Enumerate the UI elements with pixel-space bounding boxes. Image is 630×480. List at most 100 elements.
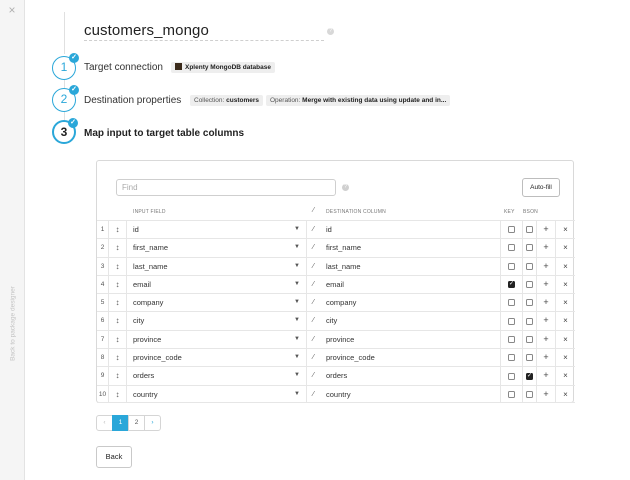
destination-column-input[interactable]: email bbox=[320, 275, 501, 294]
remove-row-button[interactable]: × bbox=[556, 349, 575, 366]
prev-page-button[interactable]: ‹ bbox=[96, 415, 113, 431]
key-checkbox[interactable] bbox=[508, 317, 515, 325]
remove-row-button[interactable]: × bbox=[556, 367, 575, 384]
bson-checkbox[interactable] bbox=[526, 262, 533, 270]
operation-tag[interactable]: Operation: Merge with existing data usin… bbox=[266, 95, 451, 106]
wand-icon[interactable]: ⁄ bbox=[307, 294, 320, 311]
drag-handle-icon[interactable]: ↕ bbox=[109, 294, 127, 312]
input-field-select[interactable]: province ▼ bbox=[127, 330, 307, 349]
destination-column-input[interactable]: province_code bbox=[320, 349, 501, 367]
wand-icon[interactable]: ⁄ bbox=[307, 331, 320, 348]
bson-checkbox[interactable] bbox=[526, 335, 533, 343]
input-field-select[interactable]: last_name ▼ bbox=[127, 257, 307, 275]
key-checkbox[interactable] bbox=[508, 390, 515, 398]
find-help-icon[interactable]: ? bbox=[342, 184, 349, 191]
key-checkbox[interactable] bbox=[508, 244, 515, 252]
wand-icon[interactable]: ⁄ bbox=[307, 312, 320, 329]
add-row-button[interactable]: + bbox=[537, 275, 556, 294]
next-page-button[interactable]: › bbox=[144, 415, 161, 431]
bson-checkbox[interactable] bbox=[526, 354, 533, 362]
destination-column-input[interactable]: orders bbox=[320, 367, 501, 385]
destination-column-input[interactable]: company bbox=[320, 294, 501, 312]
drag-handle-icon[interactable]: ↕ bbox=[109, 257, 127, 275]
wand-icon[interactable]: ⁄ bbox=[307, 258, 320, 275]
drag-handle-icon[interactable]: ↕ bbox=[109, 239, 127, 257]
drag-handle-icon[interactable]: ↕ bbox=[109, 367, 127, 385]
step-3-label[interactable]: Map input to target table columns bbox=[84, 128, 244, 139]
help-icon[interactable]: ? bbox=[327, 28, 334, 35]
remove-row-button[interactable]: × bbox=[556, 331, 575, 348]
remove-row-button[interactable]: × bbox=[556, 276, 575, 293]
key-checkbox[interactable] bbox=[508, 372, 515, 380]
find-input[interactable]: Find bbox=[116, 179, 336, 196]
auto-fill-button[interactable]: Auto-fill bbox=[522, 178, 560, 197]
key-checkbox[interactable] bbox=[508, 335, 515, 343]
page-2-button[interactable]: 2 bbox=[128, 415, 145, 431]
connection-tag[interactable]: Xplenty MongoDB database bbox=[171, 62, 275, 73]
add-row-button[interactable]: + bbox=[537, 385, 556, 403]
wand-icon[interactable]: ⁄ bbox=[307, 239, 320, 256]
bson-checkbox[interactable] bbox=[526, 244, 533, 252]
step-3-circle[interactable]: 3 ✓ bbox=[52, 118, 78, 144]
back-button[interactable]: Back bbox=[96, 446, 132, 468]
remove-row-button[interactable]: × bbox=[556, 239, 575, 256]
key-checkbox[interactable] bbox=[508, 262, 515, 270]
remove-row-button[interactable]: × bbox=[556, 386, 575, 403]
add-row-button[interactable]: + bbox=[537, 349, 556, 367]
bson-checkbox[interactable] bbox=[526, 370, 533, 382]
destination-column-input[interactable]: last_name bbox=[320, 257, 501, 275]
close-icon[interactable]: × bbox=[6, 4, 18, 16]
remove-row-button[interactable]: × bbox=[556, 221, 575, 238]
drag-handle-icon[interactable]: ↕ bbox=[109, 330, 127, 349]
key-checkbox[interactable] bbox=[508, 226, 515, 234]
page-1-button[interactable]: 1 bbox=[112, 415, 129, 431]
collection-tag[interactable]: Collection: customers bbox=[190, 95, 264, 106]
wand-icon[interactable]: ⁄ bbox=[307, 349, 320, 366]
add-row-button[interactable]: + bbox=[537, 257, 556, 275]
wand-icon[interactable]: ⁄ bbox=[307, 367, 320, 384]
key-checkbox[interactable] bbox=[508, 299, 515, 307]
drag-handle-icon[interactable]: ↕ bbox=[109, 385, 127, 403]
input-field-select[interactable]: email ▼ bbox=[127, 275, 307, 294]
input-field-select[interactable]: province_code ▼ bbox=[127, 349, 307, 367]
bson-checkbox[interactable] bbox=[526, 226, 533, 234]
input-field-select[interactable]: country ▼ bbox=[127, 385, 307, 403]
back-to-package-designer-link[interactable]: Back to package designer bbox=[10, 275, 17, 373]
destination-column-input[interactable]: province bbox=[320, 330, 501, 349]
key-checkbox[interactable] bbox=[508, 354, 515, 362]
wand-icon[interactable]: ⁄ bbox=[307, 221, 320, 238]
wand-icon[interactable]: ⁄ bbox=[307, 386, 320, 403]
add-row-button[interactable]: + bbox=[537, 239, 556, 257]
step-2-label[interactable]: Destination properties bbox=[84, 95, 181, 106]
destination-column-input[interactable]: first_name bbox=[320, 239, 501, 257]
input-field-select[interactable]: first_name ▼ bbox=[127, 239, 307, 257]
add-row-button[interactable]: + bbox=[537, 330, 556, 349]
drag-handle-icon[interactable]: ↕ bbox=[109, 312, 127, 330]
bson-checkbox[interactable] bbox=[526, 299, 533, 307]
destination-column-input[interactable]: city bbox=[320, 312, 501, 330]
input-field-select[interactable]: city ▼ bbox=[127, 312, 307, 330]
wand-icon[interactable]: ⁄ bbox=[307, 276, 320, 293]
input-field-select[interactable]: id ▼ bbox=[127, 221, 307, 239]
bson-checkbox[interactable] bbox=[526, 390, 533, 398]
page-title[interactable]: customers_mongo bbox=[84, 22, 209, 39]
key-checkbox[interactable] bbox=[508, 278, 515, 290]
input-field-select[interactable]: company ▼ bbox=[127, 294, 307, 312]
remove-row-button[interactable]: × bbox=[556, 294, 575, 311]
bson-checkbox[interactable] bbox=[526, 281, 533, 289]
step-2-circle[interactable]: 2 ✓ bbox=[52, 85, 79, 112]
remove-row-button[interactable]: × bbox=[556, 258, 575, 275]
add-row-button[interactable]: + bbox=[537, 294, 556, 312]
step-1-circle[interactable]: 1 ✓ bbox=[52, 53, 79, 80]
remove-row-button[interactable]: × bbox=[556, 312, 575, 329]
drag-handle-icon[interactable]: ↕ bbox=[109, 275, 127, 294]
destination-column-input[interactable]: country bbox=[320, 385, 501, 403]
step-1-label[interactable]: Target connection bbox=[84, 62, 163, 73]
wand-icon[interactable]: ⁄ bbox=[313, 207, 314, 214]
bson-checkbox[interactable] bbox=[526, 317, 533, 325]
add-row-button[interactable]: + bbox=[537, 221, 556, 239]
drag-handle-icon[interactable]: ↕ bbox=[109, 221, 127, 239]
add-row-button[interactable]: + bbox=[537, 312, 556, 330]
destination-column-input[interactable]: id bbox=[320, 221, 501, 239]
add-row-button[interactable]: + bbox=[537, 367, 556, 385]
